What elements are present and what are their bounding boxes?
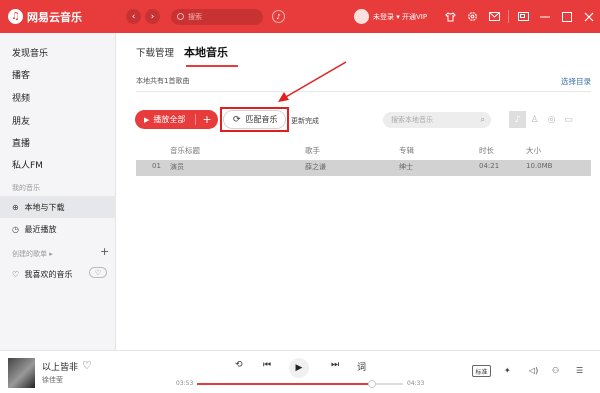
sidebar-item-label: 最近播放 bbox=[24, 225, 57, 234]
previous-icon[interactable]: ⏮ bbox=[263, 360, 271, 370]
tab-local-music[interactable]: 本地音乐 bbox=[184, 44, 228, 60]
row-duration: 04:21 bbox=[479, 162, 500, 170]
row-album[interactable]: 绅士 bbox=[399, 162, 413, 172]
lyrics-button[interactable]: 词 bbox=[357, 360, 366, 373]
search-input[interactable]: 搜索 bbox=[171, 8, 263, 25]
sidebar-item-friends[interactable]: 朋友 bbox=[12, 114, 30, 127]
playlist-icon[interactable]: ☰ bbox=[576, 366, 583, 375]
current-time: 03:53 bbox=[176, 380, 194, 387]
song-count-summary: 本地共有1首歌曲 bbox=[136, 77, 190, 85]
row-index: 01 bbox=[152, 162, 161, 170]
album-cover[interactable] bbox=[8, 358, 35, 388]
add-playlist-icon[interactable]: + bbox=[100, 245, 109, 258]
sidebar-item-local-download[interactable]: ⊕ 本地与下载 bbox=[12, 202, 65, 213]
now-playing-title[interactable]: 以上皆非 bbox=[42, 360, 78, 373]
sidebar: 发现音乐 播客 视频 朋友 直播 私人FM 我的音乐 ⊕ 本地与下载 ◷ 最近播… bbox=[0, 33, 116, 350]
voice-search-icon[interactable]: ♪ bbox=[272, 10, 285, 23]
select-directory-link[interactable]: 选择目录 bbox=[561, 76, 591, 87]
sidebar-item-live[interactable]: 直播 bbox=[12, 136, 30, 149]
forward-button[interactable]: › bbox=[145, 9, 160, 24]
total-time: 04:33 bbox=[407, 380, 425, 387]
sidebar-item-discover[interactable]: 发现音乐 bbox=[12, 46, 48, 59]
minimize-icon[interactable] bbox=[534, 0, 556, 33]
search-placeholder: 搜索 bbox=[188, 12, 202, 21]
row-artist[interactable]: 薛之谦 bbox=[305, 162, 326, 172]
listen-together-icon[interactable]: ⚇ bbox=[552, 366, 559, 375]
player-bar: 以上皆非 ♡ 徐佳莹 ⟲ ⏮ ▶ ⏭ 词 03:53 04:33 标准 ✦ ◁)… bbox=[0, 350, 600, 393]
artist-view-icon[interactable]: ♙ bbox=[526, 111, 543, 128]
main-content: 下载管理 本地音乐 本地共有1首歌曲 选择目录 ▶ 播放全部 + ⟳ 匹配音乐 … bbox=[117, 33, 600, 350]
mini-mode-icon[interactable] bbox=[512, 0, 534, 33]
col-album[interactable]: 专辑 bbox=[399, 145, 414, 156]
sidebar-item-recent[interactable]: ◷ 最近播放 bbox=[12, 224, 57, 235]
active-tab-indicator bbox=[186, 65, 238, 67]
play-icon: ▶ bbox=[144, 115, 150, 124]
song-view-icon[interactable]: ♪ bbox=[509, 111, 526, 128]
like-icon[interactable]: ♡ bbox=[82, 359, 92, 372]
sidebar-item-podcast[interactable]: 播客 bbox=[12, 68, 30, 81]
sidebar-item-label: 本地与下载 bbox=[24, 203, 65, 212]
back-button[interactable]: ‹ bbox=[126, 9, 141, 24]
mail-icon[interactable] bbox=[483, 0, 505, 33]
col-artist[interactable]: 歌手 bbox=[305, 145, 320, 156]
album-view-icon[interactable]: ◎ bbox=[543, 111, 560, 128]
title-bar: ♫ 网易云音乐 ‹ › 搜索 ♪ 未登录 ▾ 开通VIP bbox=[0, 0, 600, 33]
sound-effect-icon[interactable]: ✦ bbox=[504, 366, 511, 375]
maximize-icon[interactable] bbox=[556, 0, 578, 33]
play-pause-button[interactable]: ▶ bbox=[289, 358, 309, 378]
view-mode-group: ♪ ♙ ◎ ▭ bbox=[509, 111, 577, 128]
sidebar-item-fm[interactable]: 私人FM bbox=[12, 158, 43, 171]
progress-fill bbox=[197, 383, 373, 385]
row-title: 演员 bbox=[170, 163, 184, 171]
update-status: 更新完成 bbox=[291, 117, 319, 125]
heart-mode-icon[interactable]: ♡ bbox=[89, 267, 107, 278]
window-toolbar bbox=[439, 0, 600, 33]
avatar[interactable] bbox=[354, 9, 369, 24]
col-title[interactable]: 音乐标题 bbox=[170, 145, 200, 156]
divider bbox=[136, 91, 591, 92]
sidebar-item-liked-music[interactable]: ♡ 我喜欢的音乐 bbox=[12, 269, 73, 280]
volume-icon[interactable]: ◁) bbox=[529, 366, 538, 375]
my-music-header: 我的音乐 bbox=[12, 184, 40, 192]
shirt-icon[interactable] bbox=[439, 0, 461, 33]
local-search-placeholder: 搜索本地音乐 bbox=[391, 116, 433, 124]
progress-knob[interactable] bbox=[368, 380, 377, 388]
progress-bar[interactable] bbox=[197, 380, 403, 388]
created-playlists-header[interactable]: 创建的歌单 ▸ bbox=[12, 249, 53, 259]
local-search-input[interactable]: 搜索本地音乐 ⌕ bbox=[383, 112, 491, 128]
now-playing-artist[interactable]: 徐佳莹 bbox=[42, 375, 63, 385]
netease-logo-icon: ♫ bbox=[8, 9, 23, 24]
col-duration[interactable]: 时长 bbox=[479, 145, 494, 156]
next-icon[interactable]: ⏭ bbox=[331, 360, 339, 370]
loop-icon[interactable]: ⟲ bbox=[235, 360, 243, 370]
heart-icon: ♡ bbox=[12, 270, 20, 279]
close-icon[interactable] bbox=[578, 0, 600, 33]
refresh-icon: ⟳ bbox=[233, 114, 241, 125]
download-icon: ⊕ bbox=[12, 203, 19, 212]
table-header: 音乐标题 歌手 专辑 时长 大小 bbox=[136, 143, 591, 158]
history-icon: ◷ bbox=[12, 225, 19, 234]
table-row[interactable]: 01 演员 薛之谦 绅士 04:21 10.0MB bbox=[136, 160, 591, 176]
quality-button[interactable]: 标准 bbox=[472, 365, 491, 377]
search-icon bbox=[177, 13, 184, 20]
row-size: 10.0MB bbox=[526, 162, 553, 170]
add-to-queue-icon[interactable]: + bbox=[202, 113, 211, 126]
app-title: 网易云音乐 bbox=[27, 10, 82, 24]
folder-view-icon[interactable]: ▭ bbox=[560, 111, 577, 128]
col-size[interactable]: 大小 bbox=[526, 145, 541, 156]
play-all-label: 播放全部 bbox=[153, 115, 186, 124]
sidebar-item-video[interactable]: 视频 bbox=[12, 91, 30, 104]
settings-icon[interactable] bbox=[461, 0, 483, 33]
match-music-button[interactable]: ⟳ 匹配音乐 bbox=[223, 110, 286, 129]
sidebar-item-label: 我喜欢的音乐 bbox=[24, 270, 73, 279]
toolbar-divider bbox=[508, 10, 509, 23]
match-music-label: 匹配音乐 bbox=[245, 115, 278, 124]
user-menu[interactable]: 未登录 ▾ 开通VIP bbox=[354, 9, 427, 24]
user-label[interactable]: 未登录 ▾ 开通VIP bbox=[373, 12, 427, 22]
app-logo[interactable]: ♫ 网易云音乐 bbox=[8, 9, 126, 25]
search-icon[interactable]: ⌕ bbox=[481, 115, 485, 125]
play-all-button[interactable]: ▶ 播放全部 + bbox=[135, 110, 218, 129]
button-divider bbox=[195, 114, 197, 125]
tab-download-manage[interactable]: 下载管理 bbox=[136, 45, 174, 59]
